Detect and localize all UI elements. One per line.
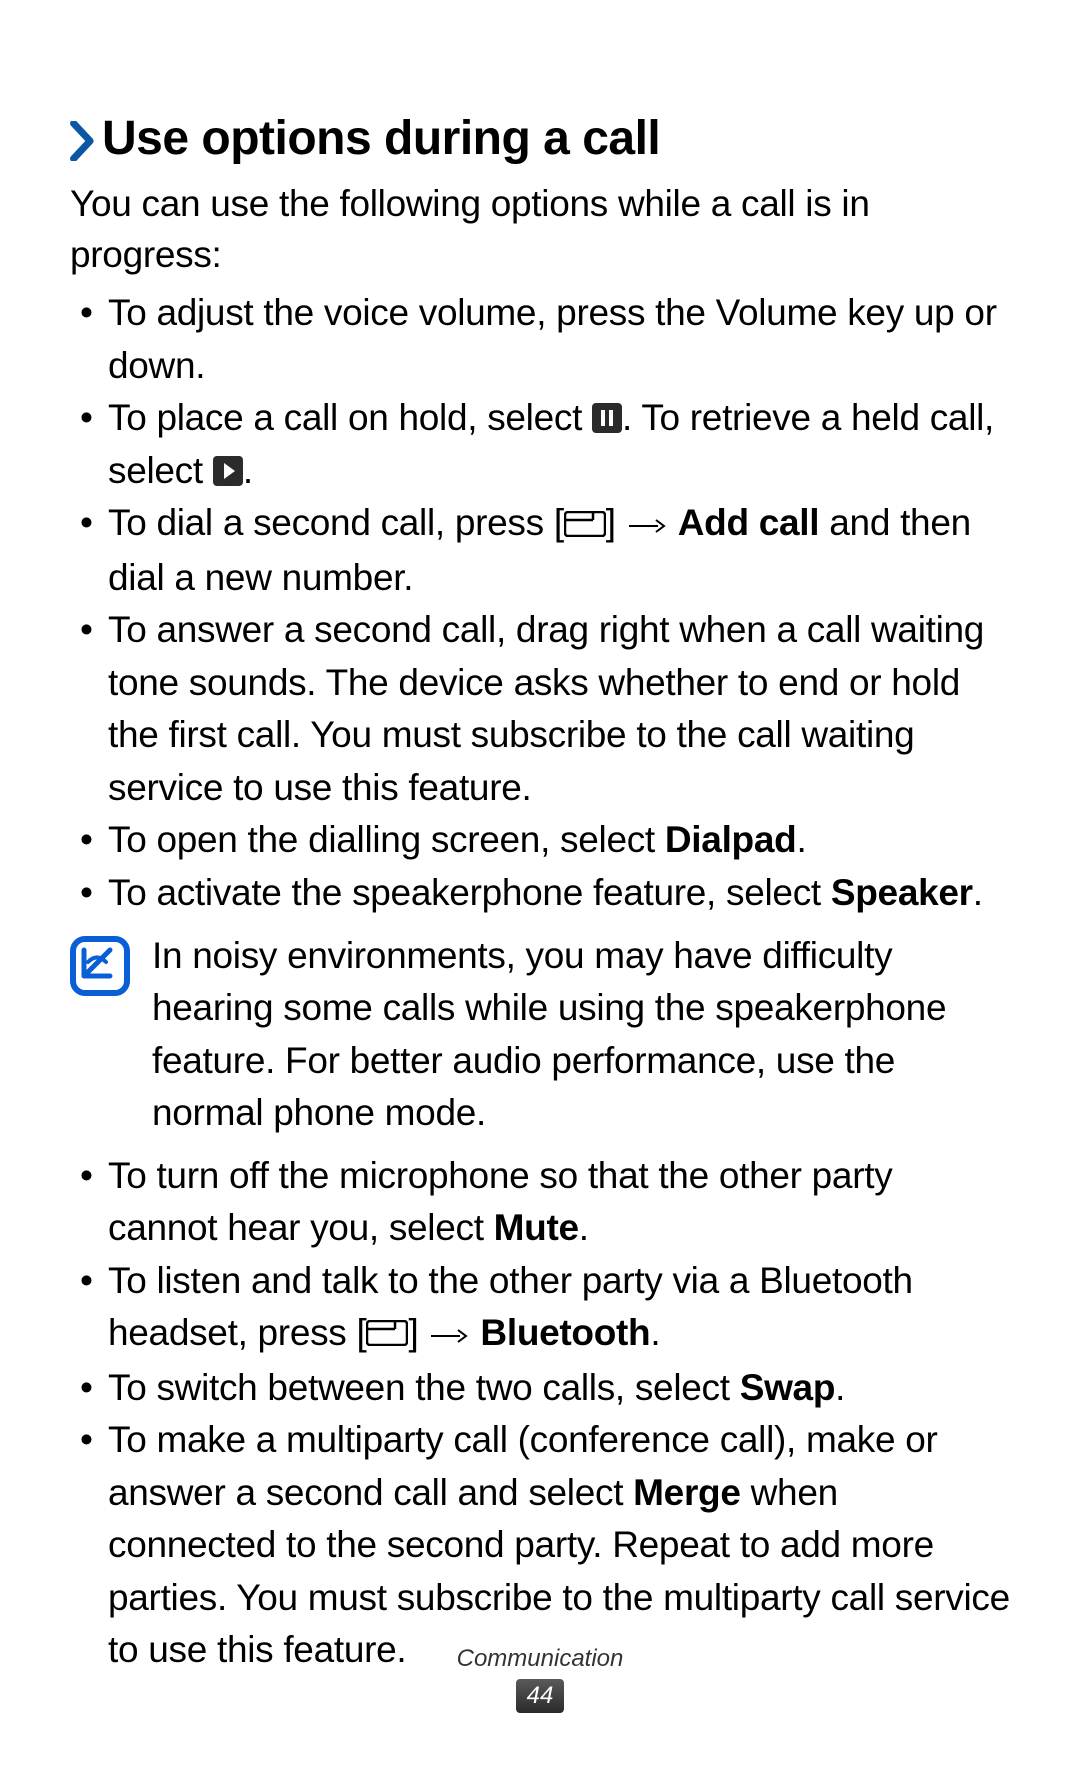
text: To adjust the voice volume, press the Vo… [108,292,997,386]
text: To activate the speakerphone feature, se… [108,872,831,913]
chevron-icon [70,121,96,161]
bullet-speaker: To activate the speakerphone feature, se… [70,867,1010,920]
text-bold: Bluetooth [480,1312,650,1353]
text: ] [408,1312,428,1353]
menu-key-icon [564,511,606,537]
text: ] [606,502,626,543]
manual-page: Use options during a call You can use th… [0,0,1080,1771]
page-footer: Communication 44 [0,1645,1080,1713]
note-block: In noisy environments, you may have diff… [70,930,1010,1140]
bullet-dialpad: To open the dialling screen, select Dial… [70,814,1010,867]
text-bold: Merge [633,1472,740,1513]
pause-icon [592,403,622,433]
bullet-merge: To make a multiparty call (conference ca… [70,1414,1010,1677]
bullet-swap: To switch between the two calls, select … [70,1362,1010,1415]
text: To switch between the two calls, select [108,1367,740,1408]
bullet-bluetooth: To listen and talk to the other party vi… [70,1255,1010,1362]
play-icon [213,456,243,486]
text: To place a call on hold, select [108,397,592,438]
text: . [579,1207,589,1248]
bullet-volume: To adjust the voice volume, press the Vo… [70,287,1010,392]
bullet-answer-second: To answer a second call, drag right when… [70,604,1010,814]
text: . [973,872,983,913]
text-bold: Dialpad [665,819,797,860]
arrow-icon [628,497,666,550]
text: . [243,450,253,491]
text-bold: Mute [494,1207,579,1248]
text-bold: Swap [740,1367,835,1408]
text: To open the dialling screen, select [108,819,665,860]
options-list-1: To adjust the voice volume, press the Vo… [70,287,1010,919]
text-bold: Add call [678,502,820,543]
text: . [650,1312,660,1353]
text: . [835,1367,845,1408]
bullet-mute: To turn off the microphone so that the o… [70,1150,1010,1255]
text: . [796,819,806,860]
intro-text: You can use the following options while … [70,178,1010,282]
note-text: In noisy environments, you may have diff… [152,930,1010,1140]
arrow-icon [430,1307,468,1360]
note-icon [70,936,130,1001]
page-number-badge: 44 [516,1679,564,1713]
footer-section-label: Communication [0,1645,1080,1673]
section-heading: Use options during a call [70,110,1010,168]
text: To dial a second call, press [ [108,502,564,543]
bullet-second-call: To dial a second call, press [ ] Add cal… [70,497,1010,604]
heading-text: Use options during a call [102,112,660,165]
options-list-2: To turn off the microphone so that the o… [70,1150,1010,1677]
menu-key-icon [366,1320,408,1346]
text: To answer a second call, drag right when… [108,609,984,808]
text-bold: Speaker [831,872,973,913]
bullet-hold: To place a call on hold, select . To ret… [70,392,1010,497]
